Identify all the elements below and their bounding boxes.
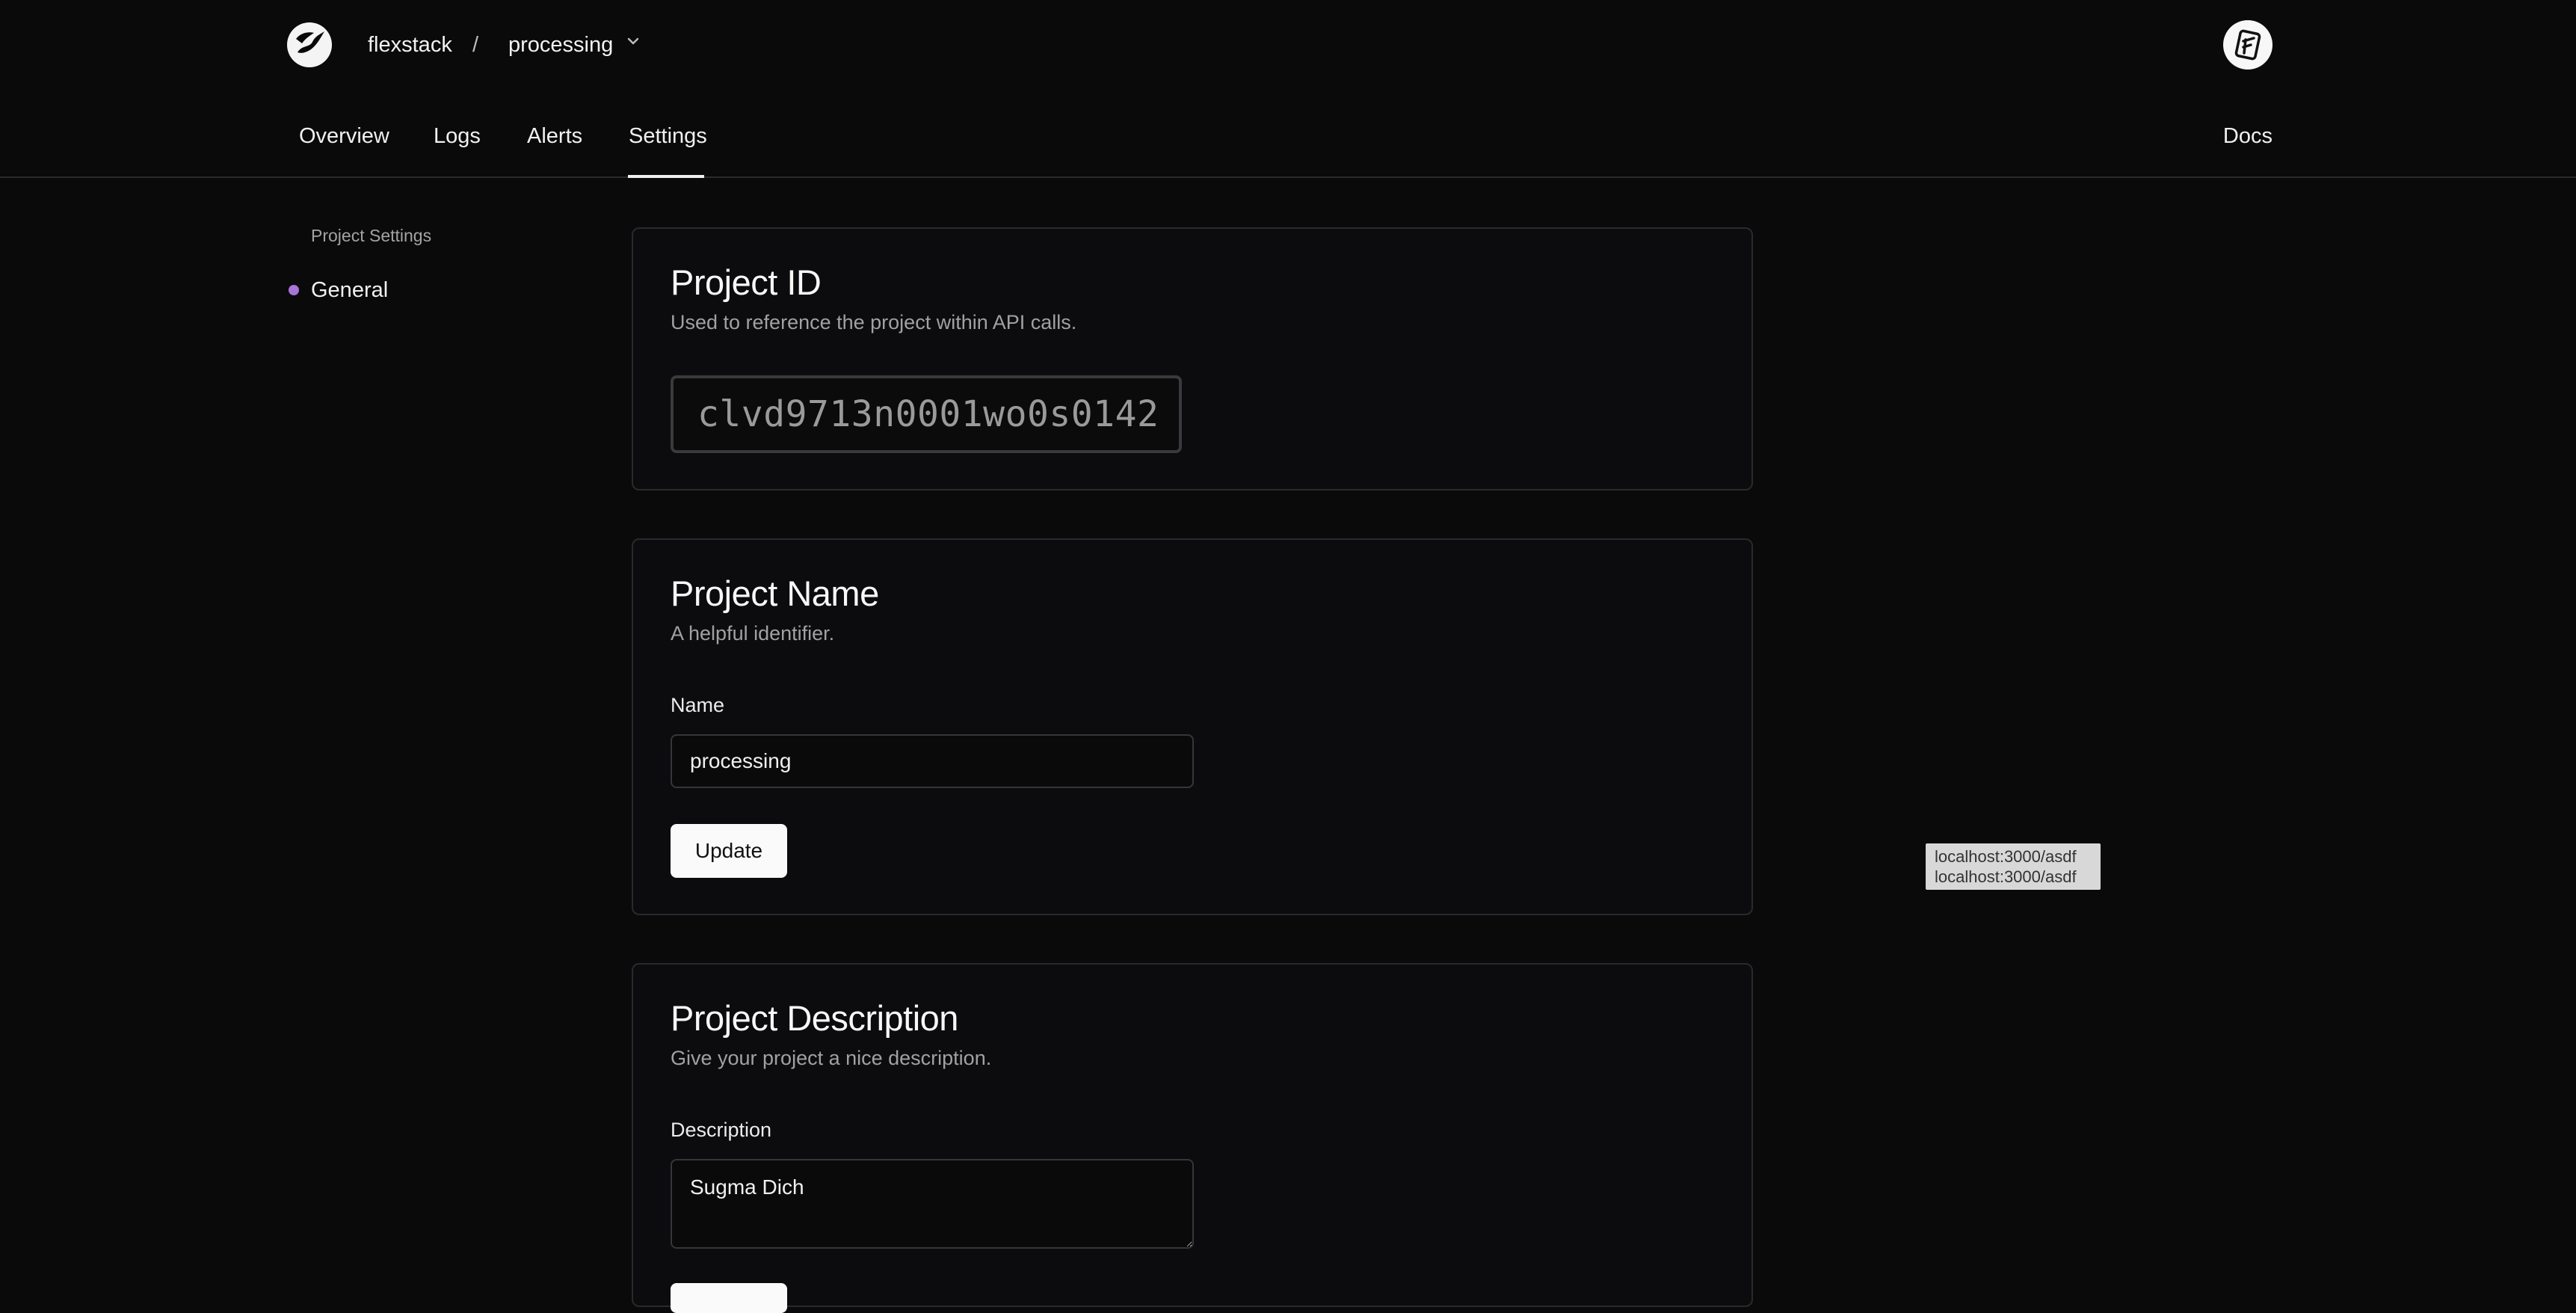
card-subtitle: A helpful identifier. — [671, 622, 835, 645]
nav-tabs: Overview Logs Alerts Settings Docs — [0, 90, 2576, 178]
sidebar-item-label: General — [311, 277, 389, 302]
sidebar-heading: Project Settings — [311, 226, 432, 245]
link-tooltip: localhost:3000/asdf localhost:3000/asdf — [1926, 843, 2101, 890]
active-tab-indicator — [628, 175, 704, 178]
active-dot-icon — [289, 285, 299, 295]
card-subtitle: Used to reference the project within API… — [671, 311, 1077, 333]
user-avatar-icon[interactable] — [2223, 20, 2273, 70]
project-description-card: Project Description Give your project a … — [632, 963, 1753, 1313]
project-name-input[interactable] — [671, 734, 1194, 788]
project-name-card: Project Name A helpful identifier. Name … — [632, 538, 1753, 915]
team-breadcrumb[interactable]: flexstack — [368, 30, 452, 60]
project-id-value[interactable]: clvd9713n0001wo0s0142 — [671, 375, 1182, 453]
breadcrumb-separator: / — [472, 33, 479, 57]
card-title: Project Name — [671, 574, 879, 613]
update-description-button[interactable] — [671, 1283, 787, 1313]
flexstack-logo-icon[interactable] — [287, 22, 332, 67]
description-field-label: Description — [671, 1119, 772, 1141]
chevron-down-icon[interactable] — [625, 33, 641, 49]
name-field-label: Name — [671, 694, 725, 716]
tab-alerts[interactable]: Alerts — [527, 121, 582, 151]
tooltip-line: localhost:3000/asdf — [1935, 847, 2077, 866]
project-id-card: Project ID Used to reference the project… — [632, 227, 1753, 491]
project-breadcrumb[interactable]: processing — [508, 30, 613, 60]
tooltip-line: localhost:3000/asdf — [1935, 867, 2077, 886]
card-subtitle: Give your project a nice description. — [671, 1047, 992, 1069]
docs-link[interactable]: Docs — [2223, 121, 2273, 151]
sidebar-item-general[interactable]: General — [289, 275, 388, 305]
project-description-input[interactable]: Sugma Dich — [671, 1159, 1194, 1249]
card-title: Project Description — [671, 998, 958, 1038]
tab-settings[interactable]: Settings — [629, 121, 707, 151]
card-title: Project ID — [671, 262, 822, 302]
top-bar: flexstack / processing — [0, 0, 2576, 90]
tab-overview[interactable]: Overview — [299, 121, 389, 151]
update-button[interactable]: Update — [671, 824, 787, 878]
tab-logs[interactable]: Logs — [434, 121, 481, 151]
